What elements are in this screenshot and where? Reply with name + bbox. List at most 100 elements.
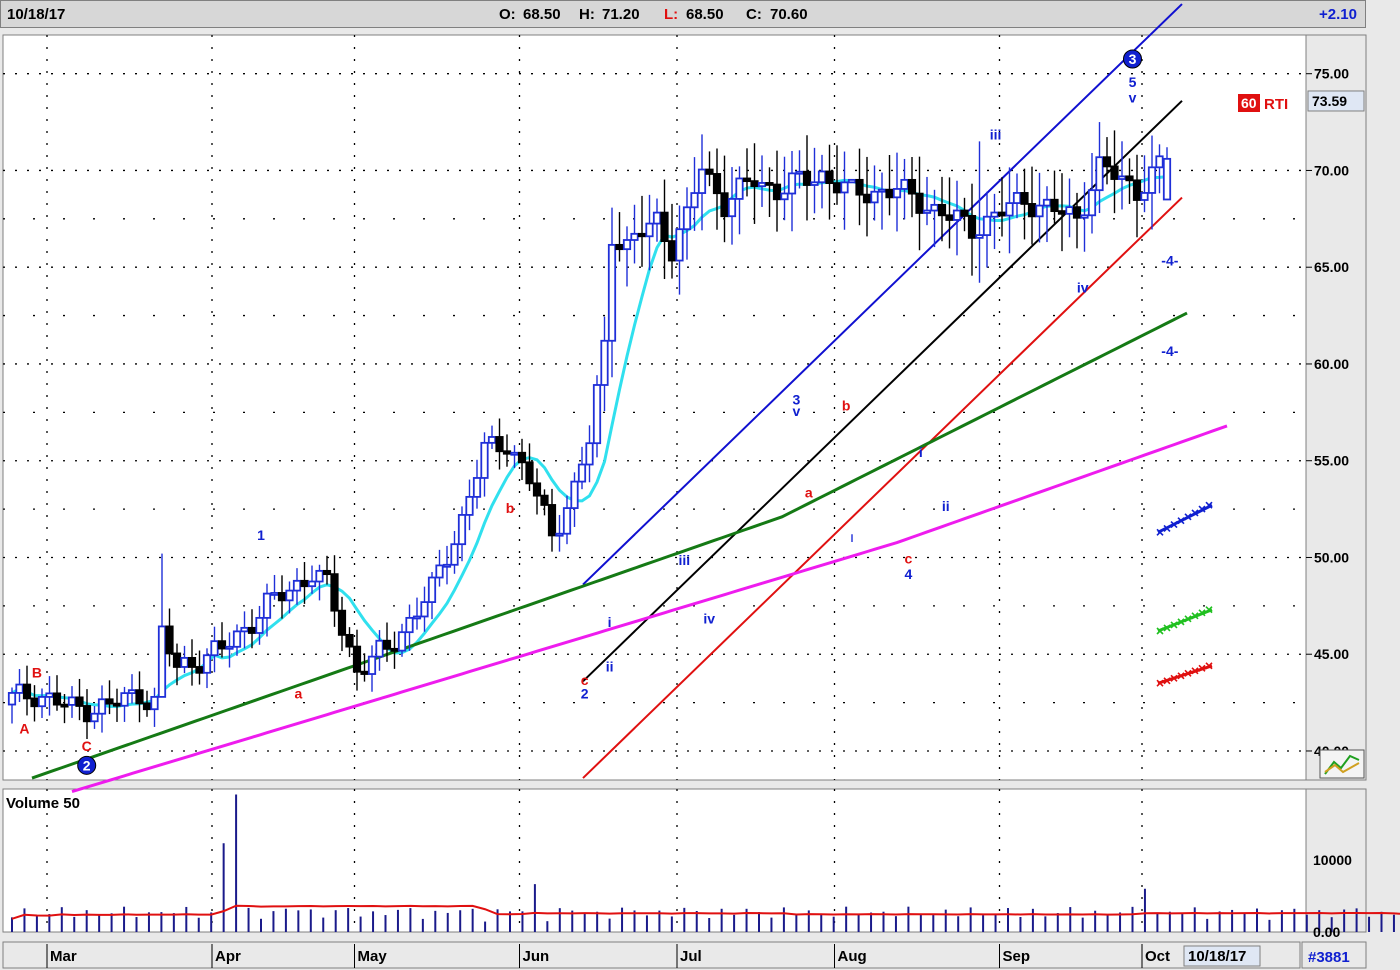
candle-body [675, 228, 684, 262]
candle-body [142, 702, 152, 711]
wave-label: B [32, 664, 42, 680]
candle-body [802, 170, 812, 186]
price-tick-label: 65.00 [1314, 259, 1349, 275]
candle-body [682, 206, 692, 231]
candle-body [870, 190, 879, 204]
candle-body [300, 579, 309, 588]
chart-frame [2, 34, 1367, 969]
price-tick-label: 45.00 [1314, 646, 1349, 662]
candle-body [465, 495, 474, 516]
candle-body [502, 450, 512, 455]
wave-label: i [608, 614, 612, 630]
candle-body [727, 198, 737, 218]
candle-body [7, 692, 17, 706]
candle-body [547, 504, 557, 537]
chart-tool-icon[interactable] [1319, 749, 1365, 779]
candle-body [127, 689, 137, 695]
month-label: Mar [50, 948, 77, 965]
candle-body [1117, 175, 1127, 180]
wave-label: v [1129, 90, 1137, 106]
candle-body [262, 592, 272, 619]
candle-body [637, 232, 647, 238]
candle-body [420, 601, 429, 618]
candle-body [592, 384, 602, 445]
candle-body [60, 703, 69, 708]
candle-body [765, 182, 774, 186]
rti-text: RTI [1264, 96, 1288, 113]
candle-body [1125, 175, 1134, 182]
candle-body [960, 209, 969, 217]
candle-body [1027, 203, 1037, 218]
candle-body [1005, 202, 1014, 217]
candle-body [135, 689, 144, 705]
candle-body [15, 683, 24, 694]
candle-body [1140, 192, 1149, 201]
candle-body [487, 436, 497, 444]
wave-label: ii [606, 659, 614, 675]
candle-body [382, 639, 392, 650]
candle-body [645, 222, 654, 238]
candle-body [937, 203, 947, 217]
candle-body [1110, 165, 1119, 180]
candle-body [30, 697, 39, 708]
chart-window: 10/18/17 O: 68.50 H: 71.20 L: 68.50 C: 7… [0, 0, 1400, 970]
candle-body [862, 193, 872, 204]
candle-body [97, 698, 107, 715]
candle-body [390, 647, 399, 652]
candle-body [795, 170, 804, 175]
candle-body [480, 441, 489, 479]
candle-body [292, 579, 302, 592]
candle-body [660, 211, 669, 242]
candle-body [720, 192, 729, 218]
candle-body [1095, 156, 1104, 192]
wave-label: c [905, 550, 913, 566]
price-volume-chart[interactable]: 75.00 70.00 65.00 60.00 55.00 50.00 45.00 4 0.00… [0, 0, 1400, 970]
candle-body [825, 170, 834, 184]
candle-body [577, 463, 587, 483]
candle-body [120, 692, 129, 707]
candle-body [37, 696, 47, 708]
candle-body [847, 178, 857, 184]
wave-label: 3 [1129, 51, 1137, 67]
wave-label: 2 [581, 686, 589, 702]
last-price-label: 73.59 [1312, 93, 1347, 109]
month-label: Apr [215, 948, 241, 965]
price-tick-label: 50.00 [1314, 549, 1349, 565]
candle-body [562, 507, 572, 535]
candle-body [75, 696, 84, 707]
wave-label: -4- [1161, 343, 1178, 359]
candle-body [247, 626, 257, 634]
candle-body [810, 181, 819, 186]
candle-body [375, 639, 384, 658]
candle-body [67, 696, 77, 706]
candle-body [337, 609, 347, 636]
candle-body [607, 243, 617, 342]
candle-body [397, 631, 407, 652]
month-label: Oct [1145, 948, 1170, 965]
candle-body [195, 666, 204, 674]
candle-body [1035, 204, 1044, 218]
candle-body [240, 626, 249, 633]
candle-body [615, 243, 624, 251]
candle-body [990, 211, 999, 218]
candle-body [165, 625, 174, 655]
candle-body [1057, 210, 1067, 215]
candle-body [457, 514, 467, 546]
candle-body [600, 339, 609, 386]
candle-body [832, 182, 842, 194]
candle-body [697, 168, 707, 194]
price-tick-label: 75.00 [1314, 66, 1349, 82]
candle-body [90, 712, 99, 723]
wave-label: A [19, 721, 29, 737]
candle-body [187, 656, 197, 668]
volume-title: Volume 50 [6, 795, 80, 812]
candle-body [570, 480, 579, 509]
price-axis-panel [1305, 34, 1367, 781]
candle-body [907, 178, 917, 195]
candle-body [442, 563, 452, 568]
volume-panel [2, 788, 1307, 933]
candle-body [817, 170, 827, 184]
wave-label: b [842, 397, 851, 413]
candle-body [630, 232, 639, 241]
candle-body [885, 188, 894, 199]
